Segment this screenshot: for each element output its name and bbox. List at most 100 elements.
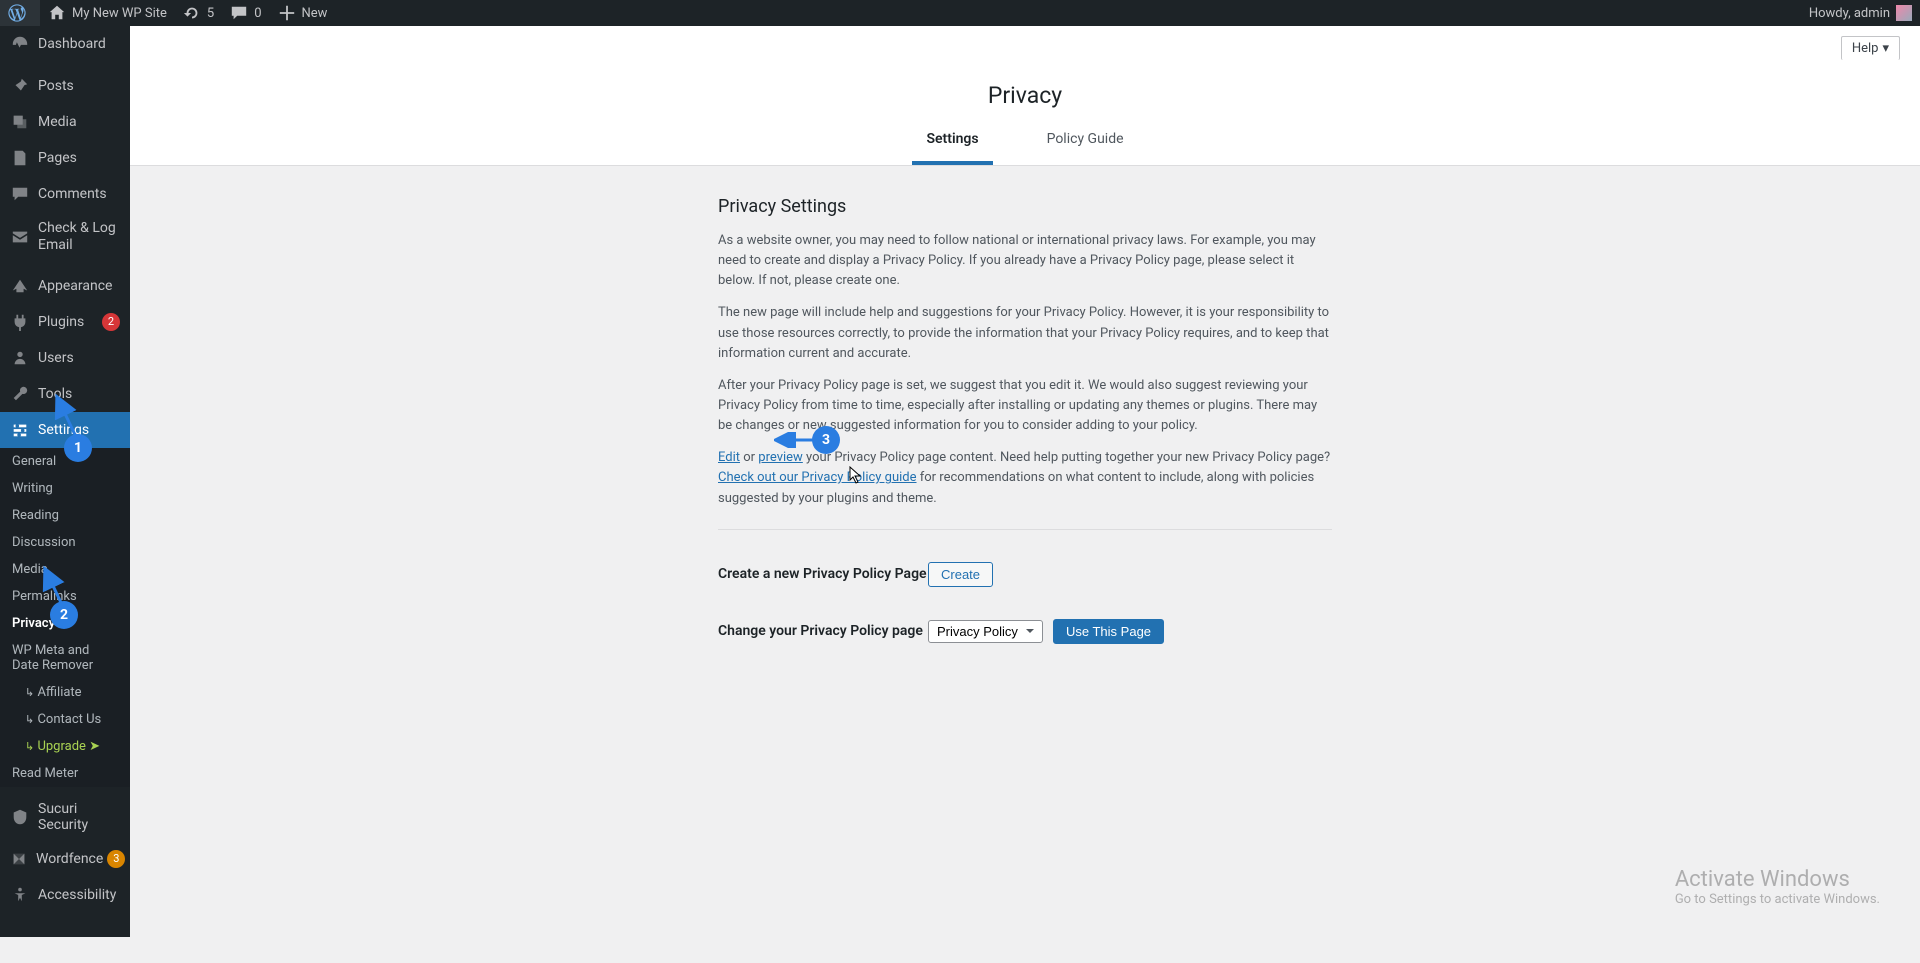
sidebar-item-posts[interactable]: Posts [0, 68, 130, 104]
indent-icon: ↳ [22, 714, 34, 726]
submenu-reading[interactable]: Reading [0, 502, 130, 529]
intro-paragraph-1: As a website owner, you may need to foll… [718, 231, 1332, 291]
sidebar-item-label: Check & Log Email [38, 220, 120, 254]
users-icon [10, 348, 30, 368]
settings-icon [10, 420, 30, 440]
sidebar-item-pages[interactable]: Pages [0, 140, 130, 176]
sidebar-item-label: Dashboard [38, 36, 120, 52]
new-content-menu[interactable]: New [270, 0, 336, 26]
sidebar-item-tools[interactable]: Tools [0, 376, 130, 412]
plugins-icon [10, 312, 30, 332]
site-name-menu[interactable]: My New WP Site [40, 0, 175, 26]
text-or: or [740, 450, 758, 465]
comments-menu[interactable]: 0 [222, 0, 269, 26]
privacy-page-select[interactable]: Privacy Policy [928, 620, 1043, 643]
guide-link[interactable]: Check out our Privacy Policy guide [718, 470, 917, 485]
admin-toolbar-left: My New WP Site 5 0 New [0, 0, 335, 26]
dashboard-icon [10, 34, 30, 54]
submenu-wp-meta-date-remover[interactable]: WP Meta and Date Remover [0, 637, 130, 679]
chevron-down-icon: ▾ [1882, 41, 1889, 56]
accessibility-icon [10, 885, 30, 905]
tab-policy-guide[interactable]: Policy Guide [1033, 119, 1138, 165]
comments-count-label: 0 [254, 6, 261, 21]
annotation-bubble-3: 3 [812, 426, 840, 454]
submenu-upgrade[interactable]: ↳ Upgrade ➤ [0, 733, 130, 760]
page-header: Help ▾ Privacy Settings Policy Guide [130, 26, 1920, 166]
updates-count-label: 5 [207, 6, 214, 21]
submenu-media[interactable]: Media [0, 556, 130, 583]
pin-icon [10, 76, 30, 96]
overlay-line-1: Activate Windows [1675, 867, 1880, 892]
indent-icon: ↳ [22, 741, 34, 753]
sidebar-item-label: Media [38, 114, 120, 130]
page-title: Privacy [130, 60, 1920, 119]
sidebar-item-label: Sucuri Security [38, 801, 120, 833]
sidebar-item-plugins[interactable]: Plugins 2 [0, 304, 130, 340]
avatar [1896, 5, 1912, 21]
updates-menu[interactable]: 5 [175, 0, 222, 26]
sidebar-item-sucuri[interactable]: Sucuri Security [0, 793, 130, 841]
overlay-line-2: Go to Settings to activate Windows. [1675, 892, 1880, 907]
help-tab[interactable]: Help ▾ [1841, 36, 1900, 60]
submenu-upgrade-label: Upgrade ➤ [37, 739, 100, 754]
sidebar-item-dashboard[interactable]: Dashboard [0, 26, 130, 62]
admin-toolbar: My New WP Site 5 0 New Howdy, admin [0, 0, 1920, 26]
update-icon [183, 4, 201, 22]
wp-logo-menu[interactable] [0, 0, 40, 26]
admin-sidebar: Dashboard Posts Media Pages Comments Che… [0, 26, 130, 937]
create-button[interactable]: Create [928, 562, 993, 587]
use-this-page-button[interactable]: Use This Page [1053, 619, 1164, 644]
sidebar-item-media[interactable]: Media [0, 104, 130, 140]
my-account-menu[interactable]: Howdy, admin [1801, 0, 1920, 26]
change-policy-row: Change your Privacy Policy page Privacy … [718, 619, 1332, 644]
submenu-affiliate-label: Affiliate [37, 685, 81, 700]
wordfence-icon [10, 849, 28, 869]
change-policy-label: Change your Privacy Policy page [718, 623, 928, 639]
pages-icon [10, 148, 30, 168]
privacy-settings-content: Privacy Settings As a website owner, you… [698, 196, 1352, 644]
sidebar-item-comments[interactable]: Comments [0, 176, 130, 212]
indent-icon: ↳ [22, 687, 34, 699]
sidebar-item-label: Posts [38, 78, 120, 94]
shield-icon [10, 807, 30, 827]
plugins-update-badge: 2 [102, 313, 120, 331]
plus-icon [278, 4, 296, 22]
site-name-label: My New WP Site [72, 6, 167, 21]
submenu-writing[interactable]: Writing [0, 475, 130, 502]
sidebar-item-label: Appearance [38, 278, 120, 294]
sidebar-item-appearance[interactable]: Appearance [0, 268, 130, 304]
comments-icon [230, 4, 248, 22]
annotation-bubble-1: 1 [64, 434, 92, 462]
tab-settings[interactable]: Settings [912, 119, 992, 165]
sidebar-item-accessibility[interactable]: Accessibility [0, 877, 130, 913]
main-content: Help ▾ Privacy Settings Policy Guide Pri… [130, 26, 1920, 644]
comment-icon [10, 184, 30, 204]
sidebar-item-check-log-email[interactable]: Check & Log Email [0, 212, 130, 262]
sidebar-item-users[interactable]: Users [0, 340, 130, 376]
edit-link[interactable]: Edit [718, 450, 740, 465]
intro-paragraph-3: After your Privacy Policy page is set, w… [718, 376, 1332, 436]
create-policy-label: Create a new Privacy Policy Page [718, 566, 928, 582]
sidebar-item-label: Comments [38, 186, 120, 202]
tools-icon [10, 384, 30, 404]
create-policy-field: Create [928, 562, 993, 587]
text-need: Need help putting together your new Priv… [997, 450, 1330, 465]
submenu-read-meter[interactable]: Read Meter [0, 760, 130, 787]
howdy-label: Howdy, admin [1809, 6, 1890, 21]
change-policy-field: Privacy Policy Use This Page [928, 619, 1164, 644]
intro-paragraph-2: The new page will include help and sugge… [718, 303, 1332, 363]
sidebar-item-label: Wordfence [36, 851, 103, 867]
submenu-affiliate[interactable]: ↳ Affiliate [0, 679, 130, 706]
home-icon [48, 4, 66, 22]
privacy-tabs: Settings Policy Guide [130, 119, 1920, 165]
submenu-contact-us[interactable]: ↳ Contact Us [0, 706, 130, 733]
preview-link[interactable]: preview [758, 450, 803, 465]
intro-paragraph-4: Edit or preview your Privacy Policy page… [718, 448, 1332, 508]
sidebar-item-wordfence[interactable]: Wordfence 3 [0, 841, 130, 877]
new-content-label: New [302, 6, 328, 21]
submenu-discussion[interactable]: Discussion [0, 529, 130, 556]
help-label: Help [1852, 41, 1879, 56]
submenu-contact-us-label: Contact Us [37, 712, 101, 727]
section-title: Privacy Settings [718, 196, 1332, 217]
sidebar-item-label: Pages [38, 150, 120, 166]
